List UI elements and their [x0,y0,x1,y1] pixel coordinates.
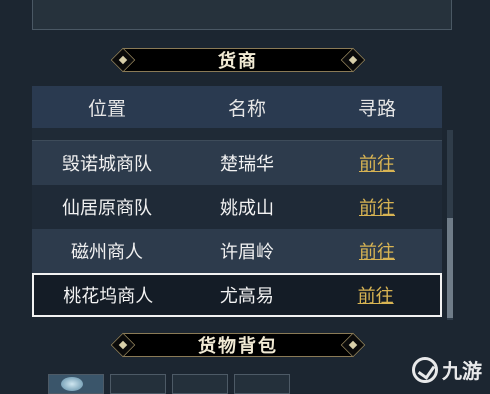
table-row[interactable]: 磁州商人 许眉岭 前往 [32,229,442,273]
top-panel-frame [32,0,452,30]
item-icon [61,377,83,391]
merchant-name: 楚瑞华 [220,154,274,175]
column-location: 位置 [87,97,126,120]
inventory-title-banner: 货物背包 [105,331,371,359]
scrollbar-thumb[interactable] [447,218,453,318]
merchant-title: 货商 [218,51,258,72]
table-row[interactable]: 毁诺城商队 楚瑞华 前往 [32,141,442,185]
merchant-location: 磁州商人 [71,242,143,263]
inventory-slot[interactable] [172,374,228,394]
scrollbar[interactable] [447,130,453,320]
watermark-text: 九游 [442,359,482,383]
merchant-name: 许眉岭 [220,242,274,263]
merchant-name: 姚成山 [220,198,274,219]
table-header: 位置 名称 寻路 [32,86,442,128]
inventory-slot[interactable] [110,374,166,394]
table-row[interactable]: 仙居原商队 姚成山 前往 [32,185,442,229]
goto-link[interactable]: 前往 [359,198,395,219]
merchant-table: 位置 名称 寻路 毁诺城商队 楚瑞华 前往 仙居原商队 姚成山 前往 磁州商人 … [32,86,442,317]
merchant-location: 仙居原商队 [62,198,152,219]
inventory-title: 货物背包 [198,336,278,357]
jiuyou-logo-icon [412,356,438,383]
merchant-name: 尤高易 [219,286,274,307]
merchant-location: 毁诺城商队 [62,154,152,175]
inventory-slot[interactable] [48,374,104,394]
header-spacer [32,128,442,141]
watermark: 九游 [412,355,482,384]
goto-link[interactable]: 前往 [359,242,395,263]
table-row-selected[interactable]: 桃花坞商人 尤高易 前往 [32,273,442,317]
inventory-slots [48,374,290,394]
merchant-location: 桃花坞商人 [63,286,154,307]
goto-link[interactable]: 前往 [358,286,394,307]
column-pathfind: 寻路 [357,97,396,120]
inventory-slot[interactable] [234,374,290,394]
goto-link[interactable]: 前往 [359,154,395,175]
merchant-title-banner: 货商 [105,46,371,74]
column-name: 名称 [227,97,266,120]
